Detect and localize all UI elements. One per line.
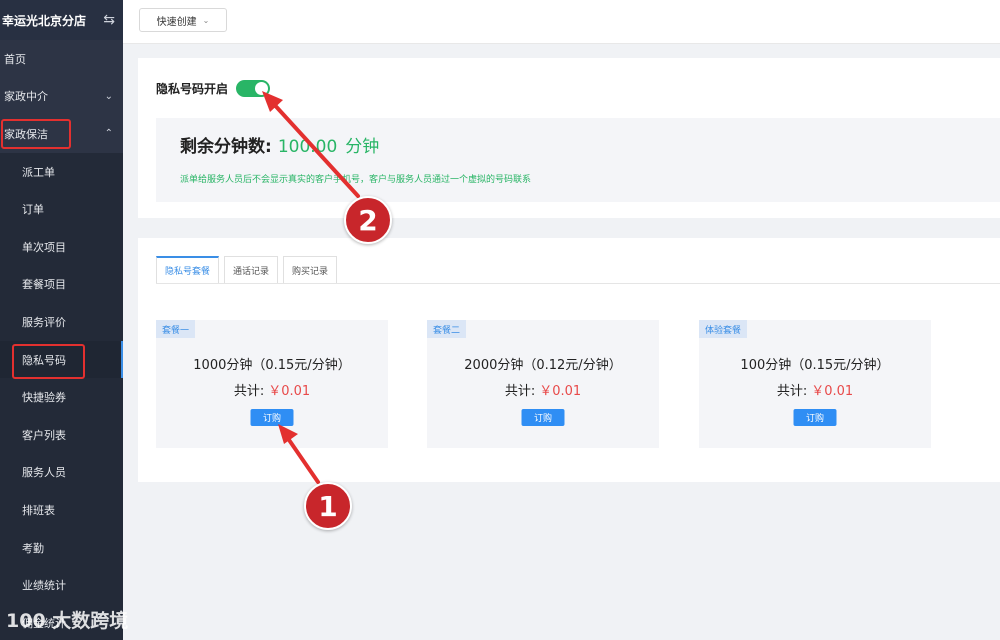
sidebar-item-agency[interactable]: 家政中介 ⌄ xyxy=(0,78,123,116)
watermark: 100 大数跨境 xyxy=(6,610,129,632)
sidebar-header: 幸运光北京分店 ⇆ xyxy=(0,0,123,40)
tab-divider xyxy=(156,283,1000,284)
sidebar-item-label: 排班表 xyxy=(22,503,55,517)
sidebar-item-single-project[interactable]: 单次项目 xyxy=(0,228,123,266)
chevron-down-icon: ⌄ xyxy=(202,15,210,25)
sidebar-item-label: 业绩统计 xyxy=(22,579,66,593)
sidebar-item-attendance[interactable]: 考勤 xyxy=(0,529,123,567)
quick-create-label: 快速创建 xyxy=(156,16,197,28)
sidebar-item-label: 考勤 xyxy=(22,541,44,555)
sidebar-item-label: 隐私号码 xyxy=(22,353,66,367)
chevron-down-icon: ⌄ xyxy=(104,90,113,102)
quick-create-dropdown[interactable]: 快速创建 ⌄ xyxy=(139,8,227,32)
sidebar-item-staff[interactable]: 服务人员 xyxy=(0,454,123,492)
remaining-minutes-unit: 分钟 xyxy=(345,137,380,157)
sidebar-item-cleaning[interactable]: 家政保洁 ⌃ xyxy=(0,115,123,153)
sidebar-item-label: 客户列表 xyxy=(22,428,66,442)
sidebar-submenu: 派工单 订单 单次项目 套餐项目 服务评价 隐私号码 快捷验券 客户列表 服务人… xyxy=(0,152,123,640)
sidebar-item-label: 套餐项目 xyxy=(22,278,66,292)
sidebar-item-home[interactable]: 首页 xyxy=(0,40,123,78)
remaining-minutes-label: 剩余分钟数: xyxy=(180,137,272,157)
package-desc: 100分钟（0.15元/分钟） xyxy=(740,358,890,373)
sidebar-item-label: 服务评价 xyxy=(22,315,66,329)
package-tag: 套餐二 xyxy=(427,320,467,338)
minutes-panel: 剩余分钟数: 100.00 分钟 派单给服务人员后不会显示真实的客户手机号，客户… xyxy=(156,118,1000,202)
tab-purchase-records[interactable]: 购买记录 xyxy=(283,256,338,284)
package-total-label: 共计: xyxy=(504,384,536,399)
package-tag: 套餐一 xyxy=(156,320,196,338)
package-tag: 体验套餐 xyxy=(699,320,748,338)
package-total: 共计: ￥0.01 xyxy=(427,380,659,399)
package-total-label: 共计: xyxy=(233,384,265,399)
sidebar-item-quick-verify[interactable]: 快捷验券 xyxy=(0,378,123,416)
remaining-minutes-value: 100.00 xyxy=(277,137,338,157)
tabs: 隐私号套餐 通话记录 购买记录 xyxy=(156,256,338,284)
package-item: 套餐一 1000分钟（0.15元/分钟） 共计: ￥0.01 订购 xyxy=(156,320,388,448)
step-badge-2: 2 xyxy=(344,196,392,244)
sidebar-item-label: 家政中介 xyxy=(4,90,48,104)
switch-knob xyxy=(255,82,269,95)
package-total: 共计: ￥0.01 xyxy=(156,380,388,399)
sidebar-item-label: 快捷验券 xyxy=(22,391,66,405)
package-item: 体验套餐 100分钟（0.15元/分钟） 共计: ￥0.01 订购 xyxy=(699,320,931,448)
privacy-toggle-switch[interactable] xyxy=(236,80,271,97)
sidebar-item-label: 订单 xyxy=(22,203,44,217)
sidebar-item-label: 服务人员 xyxy=(22,466,66,480)
topbar: 快速创建 ⌄ xyxy=(123,0,1000,44)
package-total-label: 共计: xyxy=(776,384,808,399)
sidebar-item-label: 首页 xyxy=(4,52,26,66)
package-desc: 2000分钟（0.12元/分钟） xyxy=(464,358,622,373)
package-item: 套餐二 2000分钟（0.12元/分钟） 共计: ￥0.01 订购 xyxy=(427,320,659,448)
package-card: 隐私号套餐 通话记录 购买记录 套餐一 1000分钟（0.15元/分钟） 共计:… xyxy=(138,238,1000,482)
tab-call-records[interactable]: 通话记录 xyxy=(224,256,279,284)
privacy-settings-card: 隐私号码开启 剩余分钟数: 100.00 分钟 派单给服务人员后不会显示真实的客… xyxy=(138,58,1000,218)
order-button[interactable]: 订购 xyxy=(521,409,565,426)
step-badge-1: 1 xyxy=(304,482,352,530)
sidebar-item-privacy-number[interactable]: 隐私号码 xyxy=(0,340,123,379)
sidebar-item-reviews[interactable]: 服务评价 xyxy=(0,303,123,341)
sidebar-item-customers[interactable]: 客户列表 xyxy=(0,416,123,454)
tab-privacy-packages[interactable]: 隐私号套餐 xyxy=(156,256,220,284)
sidebar-item-schedule[interactable]: 排班表 xyxy=(0,491,123,529)
package-desc: 1000分钟（0.15元/分钟） xyxy=(193,358,351,373)
chevron-up-icon: ⌃ xyxy=(104,128,113,140)
sidebar-item-label: 派工单 xyxy=(22,165,55,179)
package-price: ￥0.01 xyxy=(811,384,854,399)
privacy-toggle-label: 隐私号码开启 xyxy=(156,82,229,96)
remaining-minutes: 剩余分钟数: 100.00 分钟 xyxy=(180,132,379,157)
swap-icon[interactable]: ⇆ xyxy=(103,12,115,28)
sidebar-item-label: 家政保洁 xyxy=(4,127,48,141)
store-title: 幸运光北京分店 xyxy=(2,13,87,28)
sidebar-item-label: 单次项目 xyxy=(22,240,66,254)
package-price: ￥0.01 xyxy=(268,384,311,399)
sidebar-item-performance[interactable]: 业绩统计 xyxy=(0,566,123,604)
package-total: 共计: ￥0.01 xyxy=(699,380,931,399)
sidebar-item-package-project[interactable]: 套餐项目 xyxy=(0,266,123,304)
order-button[interactable]: 订购 xyxy=(793,409,837,426)
package-price: ￥0.01 xyxy=(539,384,582,399)
sidebar-item-dispatch[interactable]: 派工单 xyxy=(0,153,123,191)
privacy-toggle-row: 隐私号码开启 xyxy=(156,80,271,97)
sidebar-item-orders[interactable]: 订单 xyxy=(0,190,123,228)
sidebar: 幸运光北京分店 ⇆ 首页 家政中介 ⌄ 家政保洁 ⌃ 派工单 订单 单次项目 套… xyxy=(0,0,123,640)
order-button[interactable]: 订购 xyxy=(250,409,294,426)
privacy-description: 派单给服务人员后不会显示真实的客户手机号，客户与服务人员通过一个虚拟的号码联系 xyxy=(180,175,532,185)
